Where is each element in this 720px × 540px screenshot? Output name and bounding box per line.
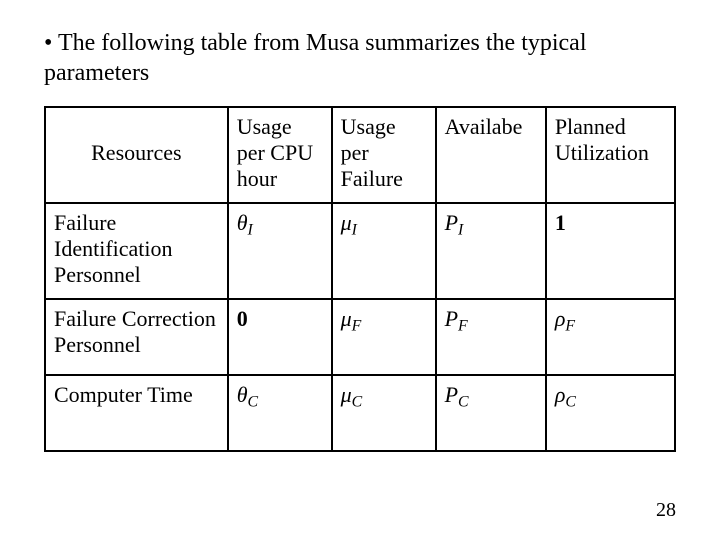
page-number: 28 (656, 499, 676, 522)
col-header-planned-utilization: Planned Utilization (546, 107, 675, 203)
cell-symbol: μF (332, 299, 436, 375)
cell-symbol: μC (332, 375, 436, 451)
cell-symbol: 1 (546, 203, 675, 299)
col-header-available: Availabe (436, 107, 546, 203)
row-label: Computer Time (45, 375, 228, 451)
cell-symbol: μI (332, 203, 436, 299)
table-row: Computer Time θC μC PC ρC (45, 375, 675, 451)
cell-symbol: PI (436, 203, 546, 299)
row-label: Failure Identification Personnel (45, 203, 228, 299)
cell-symbol: PC (436, 375, 546, 451)
row-label: Failure Correction Personnel (45, 299, 228, 375)
cell-symbol: PF (436, 299, 546, 375)
col-header-usage-cpu-hour: Usage per CPU hour (228, 107, 332, 203)
cell-symbol: θC (228, 375, 332, 451)
cell-symbol: ρF (546, 299, 675, 375)
col-header-resources: Resources (45, 107, 228, 203)
cell-symbol: ρC (546, 375, 675, 451)
col-header-usage-failure: Usage per Failure (332, 107, 436, 203)
bullet-line: • The following table from Musa summariz… (44, 28, 676, 88)
table-header-row: Resources Usage per CPU hour Usage per F… (45, 107, 675, 203)
musa-parameters-table: Resources Usage per CPU hour Usage per F… (44, 106, 676, 452)
table-row: Failure Identification Personnel θI μI P… (45, 203, 675, 299)
cell-symbol: 0 (228, 299, 332, 375)
table-row: Failure Correction Personnel 0 μF PF ρF (45, 299, 675, 375)
slide: • The following table from Musa summariz… (0, 0, 720, 540)
bullet-marker: • (44, 30, 58, 56)
cell-symbol: θI (228, 203, 332, 299)
bullet-text: The following table from Musa summarizes… (44, 30, 587, 86)
